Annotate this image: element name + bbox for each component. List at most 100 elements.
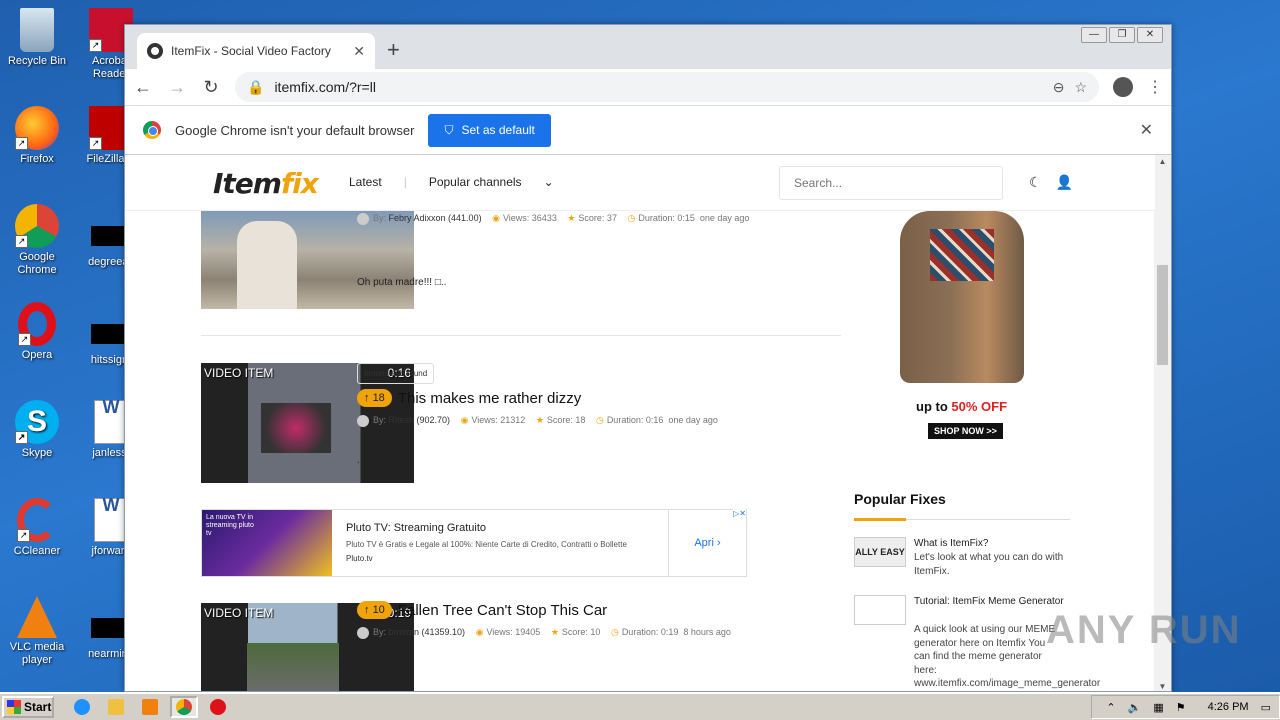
fix-thumbnail[interactable]: ALLY EASY — [854, 537, 906, 567]
itemfix-logo[interactable]: Itemfix — [213, 167, 319, 200]
network-icon[interactable]: ▦ — [1153, 701, 1163, 714]
scroll-down-icon[interactable]: ▼ — [1154, 682, 1171, 691]
tray-arrow-icon[interactable]: ⌃ — [1106, 701, 1115, 714]
chrome-taskbar-icon[interactable] — [170, 696, 198, 718]
star-icon: ★ — [535, 415, 544, 425]
ad-open-button[interactable]: Apri › — [668, 510, 746, 576]
eye-icon: ◉ — [475, 627, 484, 637]
shirt-ad-image[interactable] — [900, 211, 1024, 383]
desktop-icon-skype[interactable]: S ↗ Skype — [0, 400, 74, 460]
eye-icon: ◉ — [492, 213, 500, 223]
site-header: Itemfix Latest | Popular channels ⌄ Sear… — [125, 155, 1155, 211]
desktop-icon-ccleaner[interactable]: ↗ CCleaner — [0, 498, 74, 558]
desktop-icon-recycle-bin[interactable]: Recycle Bin — [0, 8, 74, 68]
address-bar[interactable]: 🔒 itemfix.com/?r=ll ⊖ ☆ — [235, 72, 1099, 102]
ie-taskbar-icon[interactable] — [68, 696, 96, 718]
scroll-up-icon[interactable]: ▲ — [1154, 157, 1171, 166]
fix-thumbnail[interactable] — [854, 595, 906, 625]
desktop-icon-vlc[interactable]: VLC media player — [0, 596, 74, 667]
score-badge: ↑ 18 — [357, 389, 392, 407]
skype-icon: S ↗ — [15, 400, 59, 444]
dark-mode-moon-icon[interactable]: ☾ — [1029, 174, 1042, 191]
ad-choices-icon[interactable]: ▷✕ — [733, 509, 746, 518]
desktop-icon-chrome[interactable]: ↗ Google Chrome — [0, 204, 74, 277]
browser-titlebar: ItemFix - Social Video Factory ✕ + — ❐ ✕ — [125, 25, 1171, 69]
back-arrow-icon[interactable]: ← — [133, 77, 153, 98]
nav-popular-channels[interactable]: Popular channels — [429, 175, 522, 189]
new-tab-icon[interactable]: + — [387, 37, 400, 63]
divider — [854, 518, 1070, 521]
close-window-icon[interactable]: ✕ — [1137, 27, 1163, 43]
pluto-tv-ad[interactable]: La nuova TV in streaming pluto tv Pluto … — [201, 509, 747, 577]
explorer-taskbar-icon[interactable] — [102, 696, 130, 718]
chevron-down-icon[interactable]: ⌄ — [544, 175, 554, 189]
show-desktop-icon[interactable]: ▭ — [1261, 701, 1271, 714]
ad-body: Pluto TV è Gratis e Legale al 100%: Nien… — [346, 540, 627, 549]
tag-badge[interactable]: #round and round — [357, 363, 435, 384]
desktop-icon-opera[interactable]: ↗ Opera — [0, 302, 74, 362]
star-icon: ★ — [550, 627, 559, 637]
opera-taskbar-icon[interactable] — [204, 696, 232, 718]
ad-title[interactable]: Pluto TV: Streaming Gratuito — [346, 522, 486, 534]
star-icon: ★ — [567, 213, 576, 223]
word-document-icon: W — [94, 398, 128, 444]
score-badge: ↑ 10 — [357, 601, 392, 619]
chrome-icon: ↗ — [15, 204, 59, 248]
nav-separator: | — [403, 175, 407, 189]
page-viewport: Itemfix Latest | Popular channels ⌄ Sear… — [125, 155, 1155, 691]
ad-domain: Pluto.tv — [346, 554, 373, 563]
browser-menu-icon[interactable]: ⋮ — [1147, 77, 1163, 97]
user-account-icon[interactable]: 👤 — [1056, 174, 1073, 191]
restore-window-icon[interactable]: ❐ — [1109, 27, 1135, 43]
profile-avatar-icon[interactable] — [1113, 77, 1133, 97]
address-url[interactable]: itemfix.com/?r=ll — [274, 79, 1042, 95]
system-tray: ⌃ 🔈 ▦ ⚑ 4:26 PM ▭ — [1091, 695, 1280, 719]
chrome-logo-icon — [143, 121, 161, 139]
tab-title: ItemFix - Social Video Factory — [171, 44, 331, 58]
start-button[interactable]: Start — [2, 696, 54, 718]
promo-text: up to 50% OFF — [916, 399, 1008, 414]
popular-fixes-title: Popular Fixes — [854, 491, 946, 507]
avatar — [357, 212, 369, 225]
media-player-taskbar-icon[interactable] — [136, 696, 164, 718]
minimize-window-icon[interactable]: — — [1081, 27, 1107, 43]
item-title[interactable]: Fallen Tree Can't Stop This Car — [398, 602, 607, 619]
firefox-icon: ↗ — [15, 106, 59, 150]
desktop-icon-firefox[interactable]: ↗ Firefox — [0, 106, 74, 166]
zoom-icon[interactable]: ⊖ — [1053, 79, 1065, 96]
ad-image: La nuova TV in streaming pluto tv — [202, 510, 332, 576]
recycle-bin-icon — [20, 8, 54, 52]
shop-now-button[interactable]: SHOP NOW >> — [928, 423, 1003, 439]
nav-latest[interactable]: Latest — [349, 175, 382, 189]
item-meta: By: Ritesh (902.70) ◉ Views: 21312 ★ Score… — [357, 411, 757, 429]
close-infobar-icon[interactable]: ✕ — [1140, 120, 1153, 140]
search-input[interactable]: Search... — [779, 166, 1003, 200]
avatar — [357, 414, 369, 427]
eye-icon: ◉ — [460, 415, 469, 425]
clock[interactable]: 4:26 PM — [1208, 701, 1249, 713]
item-title[interactable]: This makes me rather dizzy — [398, 390, 581, 407]
lock-icon: 🔒 — [247, 78, 265, 95]
reload-icon[interactable]: ↻ — [201, 77, 221, 98]
itemfix-favicon-icon — [147, 43, 163, 59]
forward-arrow-icon[interactable]: → — [167, 77, 187, 98]
scroll-thumb[interactable] — [1157, 265, 1168, 365]
divider — [201, 335, 841, 336]
volume-icon[interactable]: 🔈 — [1128, 701, 1142, 714]
flag-icon[interactable]: ⚑ — [1176, 701, 1186, 714]
avatar — [357, 626, 369, 639]
item-meta: By: Febry Adixxon (441.00) ◉ Views: 36433… — [357, 209, 757, 227]
clock-icon: ◷ — [610, 627, 619, 637]
browser-window: ItemFix - Social Video Factory ✕ + — ❐ ✕… — [124, 24, 1172, 692]
ccleaner-icon: ↗ — [17, 498, 57, 542]
item-description: Oh puta madre!!! □.. — [357, 277, 447, 288]
set-default-button[interactable]: ⛉ Set as default — [428, 113, 551, 147]
close-tab-icon[interactable]: ✕ — [353, 43, 365, 60]
bookmark-star-icon[interactable]: ☆ — [1074, 79, 1087, 96]
item-meta: By: brmtmn (41359.10) ◉ Views: 19405 ★ Sco… — [357, 623, 757, 641]
item-description: .. — [357, 455, 363, 466]
browser-tab[interactable]: ItemFix - Social Video Factory ✕ — [137, 33, 375, 69]
opera-icon: ↗ — [18, 302, 56, 346]
item-description: .. — [357, 665, 363, 676]
shield-icon: ⛉ — [444, 122, 454, 137]
